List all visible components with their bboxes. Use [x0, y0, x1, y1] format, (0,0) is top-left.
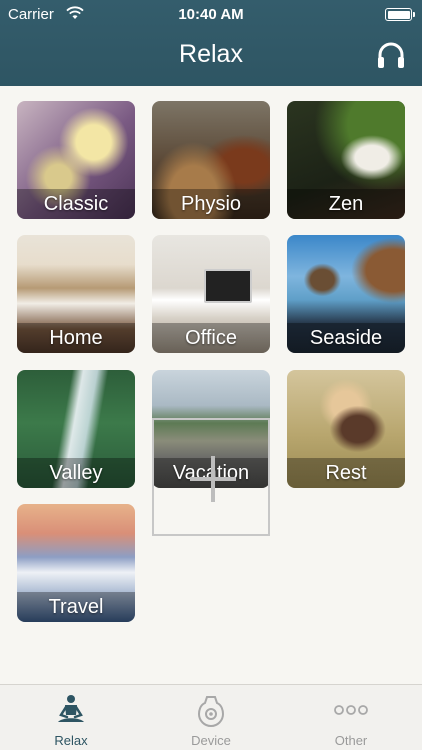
sound-grid: Classic Physio Zen Home Office Seaside V… — [0, 86, 422, 684]
tile-zen[interactable]: Zen — [287, 101, 405, 219]
tile-label: Zen — [328, 193, 364, 215]
page-title: Relax — [179, 40, 243, 68]
tile-physio[interactable]: Physio — [152, 101, 270, 219]
tile-label: Office — [185, 327, 237, 349]
tile-seaside[interactable]: Seaside — [287, 235, 405, 353]
tab-label: Other — [334, 733, 368, 748]
tile-label: Seaside — [309, 327, 383, 349]
tile-classic[interactable]: Classic — [17, 101, 135, 219]
plus-icon — [190, 456, 236, 502]
tab-other[interactable]: Other — [301, 685, 401, 750]
tile-label: Travel — [48, 596, 104, 618]
tile-valley[interactable]: Valley — [17, 370, 135, 488]
tile-rest[interactable]: Rest — [287, 370, 405, 488]
tab-label: Device — [191, 733, 231, 748]
battery-icon — [385, 8, 415, 21]
status-time: 10:40 AM — [178, 6, 244, 23]
status-bar: Carrier 10:40 AM — [0, 0, 422, 30]
tile-office[interactable]: Office — [152, 235, 270, 353]
tab-label: Relax — [54, 733, 88, 748]
add-tile-button[interactable] — [152, 418, 270, 536]
headphones-icon[interactable] — [376, 40, 406, 70]
tile-home[interactable]: Home — [17, 235, 135, 353]
tab-device[interactable]: Device — [161, 685, 261, 750]
header-bar: Carrier 10:40 AM Relax — [0, 0, 422, 86]
tab-relax[interactable]: Relax — [21, 685, 121, 750]
tile-label: Classic — [43, 193, 109, 215]
device-icon — [197, 696, 225, 727]
tile-label: Home — [49, 327, 103, 349]
tile-label: Rest — [325, 462, 367, 484]
more-icon — [334, 705, 368, 715]
tab-bar: Relax Device Other — [0, 684, 422, 750]
tile-travel[interactable]: Travel — [17, 504, 135, 622]
tile-label: Valley — [49, 462, 103, 484]
meditation-icon — [58, 695, 84, 722]
tile-label: Physio — [180, 193, 242, 215]
